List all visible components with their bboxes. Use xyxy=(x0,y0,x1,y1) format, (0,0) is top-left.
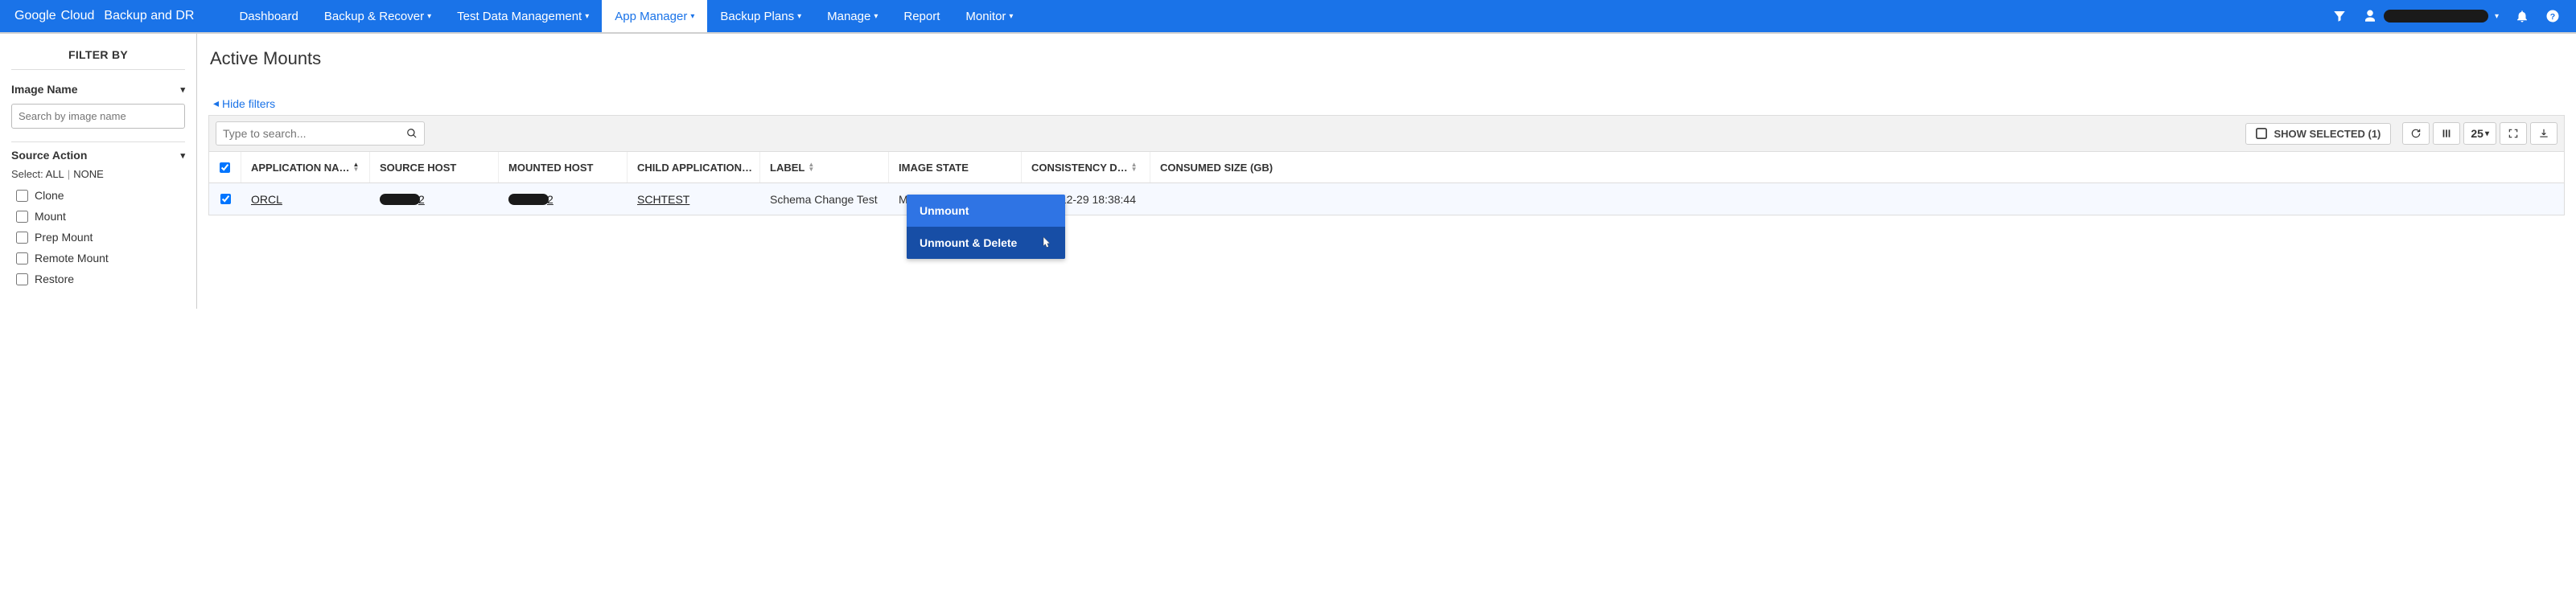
mounted-host-suffix[interactable]: 2 xyxy=(547,193,553,206)
child-app-link[interactable]: SCHTEST xyxy=(637,193,689,206)
col-child-application[interactable]: CHILD APPLICATION… xyxy=(628,152,760,182)
row-label: Schema Change Test xyxy=(760,183,889,215)
filter-option-mount[interactable]: Mount xyxy=(11,206,185,227)
row-size xyxy=(1150,183,1267,215)
nav-dashboard[interactable]: Dashboard xyxy=(226,0,311,32)
download-button[interactable] xyxy=(2530,122,2557,145)
chevron-down-icon: ▾ xyxy=(2495,12,2499,21)
chevron-down-icon: ▾ xyxy=(874,12,878,21)
search-icon[interactable] xyxy=(406,128,418,139)
table-toolbar: SHOW SELECTED (1) 25▾ xyxy=(208,115,2565,151)
nav-monitor[interactable]: Monitor▾ xyxy=(953,0,1026,32)
nav-report[interactable]: Report xyxy=(891,0,953,32)
col-image-state[interactable]: IMAGE STATE xyxy=(889,152,1022,182)
filter-option-prep-mount[interactable]: Prep Mount xyxy=(11,227,185,248)
select-none-link[interactable]: NONE xyxy=(73,168,104,180)
fullscreen-icon xyxy=(2508,128,2519,139)
mounted-host-redacted xyxy=(508,194,549,205)
select-all-none: Select: ALL|NONE xyxy=(11,168,185,180)
filter-option-clone[interactable]: Clone xyxy=(11,185,185,206)
download-icon xyxy=(2538,128,2549,139)
refresh-button[interactable] xyxy=(2402,122,2430,145)
nav-backup-plans[interactable]: Backup Plans▾ xyxy=(707,0,814,32)
app-name-link[interactable]: ORCL xyxy=(251,193,282,206)
app-header: Google Cloud Backup and DR Dashboard Bac… xyxy=(0,0,2576,34)
filter-section-source-action: Source Action ▾ Select: ALL|NONE Clone M… xyxy=(11,142,185,294)
source-host-suffix[interactable]: 2 xyxy=(418,193,425,206)
brand-cloud: Cloud xyxy=(61,9,95,23)
main-area: Active Mounts ◂Hide filters SHOW SELECTE… xyxy=(197,34,2576,309)
col-consumed-size[interactable]: CONSUMED SIZE (GB) xyxy=(1150,152,1267,182)
filter-section-header[interactable]: Source Action ▾ xyxy=(11,149,185,162)
columns-icon xyxy=(2441,128,2452,139)
table-row[interactable]: ORCL 2 2 SCHTEST Schema Change Test Moun… xyxy=(208,183,2565,215)
table-search[interactable] xyxy=(216,121,425,146)
brand: Google Cloud Backup and DR xyxy=(0,9,208,23)
filter-option-restore[interactable]: Restore xyxy=(11,269,185,289)
chevron-down-icon: ▾ xyxy=(1009,12,1013,21)
hide-filters-link[interactable]: ◂Hide filters xyxy=(213,96,275,110)
select-all-link[interactable]: ALL xyxy=(46,168,64,180)
col-label[interactable]: LABEL▲▼ xyxy=(760,152,889,182)
chevron-down-icon: ▾ xyxy=(690,12,694,21)
nav-test-data-management[interactable]: Test Data Management▾ xyxy=(444,0,602,32)
nav-backup-recover[interactable]: Backup & Recover▾ xyxy=(311,0,444,32)
chevron-down-icon: ▾ xyxy=(585,12,589,21)
table-search-input[interactable] xyxy=(223,127,406,140)
col-select-all[interactable] xyxy=(209,152,241,182)
columns-button[interactable] xyxy=(2433,122,2460,145)
main-nav: Dashboard Backup & Recover▾ Test Data Ma… xyxy=(226,0,1026,32)
context-menu: Unmount Unmount & Delete xyxy=(907,195,1065,259)
checkbox-outline-icon xyxy=(2256,128,2267,139)
chevron-down-icon: ▾ xyxy=(427,12,431,21)
filter-icon[interactable] xyxy=(2332,9,2347,23)
fullscreen-button[interactable] xyxy=(2500,122,2527,145)
product-name: Backup and DR xyxy=(104,9,194,23)
filter-option-remote-mount[interactable]: Remote Mount xyxy=(11,248,185,269)
caret-down-icon: ▾ xyxy=(180,84,185,95)
cursor-icon xyxy=(1041,236,1052,249)
brand-google: Google xyxy=(14,9,56,23)
col-consistency-date[interactable]: CONSISTENCY D…▲▼ xyxy=(1022,152,1150,182)
user-account[interactable]: ▾ xyxy=(2363,9,2499,23)
filter-section-image-name: Image Name ▾ xyxy=(11,76,185,133)
chevron-down-icon: ▾ xyxy=(797,12,801,21)
col-application-name[interactable]: APPLICATION NA…▲▼ xyxy=(241,152,370,182)
nav-app-manager[interactable]: App Manager▾ xyxy=(602,0,707,32)
table-header: APPLICATION NA…▲▼ SOURCE HOST MOUNTED HO… xyxy=(208,151,2565,183)
filter-sidebar: FILTER BY Image Name ▾ Source Action ▾ S… xyxy=(0,34,197,309)
ctx-unmount[interactable]: Unmount xyxy=(907,195,1065,227)
header-right: ▾ ? xyxy=(2332,9,2560,23)
col-mounted-host[interactable]: MOUNTED HOST xyxy=(499,152,628,182)
source-host-redacted xyxy=(380,194,420,205)
ctx-unmount-delete[interactable]: Unmount & Delete xyxy=(907,227,1065,259)
triangle-left-icon: ◂ xyxy=(213,96,219,110)
page-title: Active Mounts xyxy=(210,48,2565,69)
col-source-host[interactable]: SOURCE HOST xyxy=(370,152,499,182)
chevron-down-icon: ▾ xyxy=(2485,129,2489,138)
svg-text:?: ? xyxy=(2550,12,2555,22)
filter-by-title: FILTER BY xyxy=(11,48,185,70)
filter-section-header[interactable]: Image Name ▾ xyxy=(11,83,185,96)
user-redacted xyxy=(2384,10,2488,23)
image-name-search-input[interactable] xyxy=(11,104,185,129)
nav-manage[interactable]: Manage▾ xyxy=(814,0,891,32)
help-icon[interactable]: ? xyxy=(2545,9,2560,23)
user-icon xyxy=(2363,9,2377,23)
row-checkbox[interactable] xyxy=(209,183,241,215)
caret-down-icon: ▾ xyxy=(180,150,185,161)
show-selected-button[interactable]: SHOW SELECTED (1) xyxy=(2245,123,2391,145)
refresh-icon xyxy=(2410,128,2422,139)
page-size-select[interactable]: 25▾ xyxy=(2463,122,2496,145)
bell-icon[interactable] xyxy=(2515,9,2529,23)
